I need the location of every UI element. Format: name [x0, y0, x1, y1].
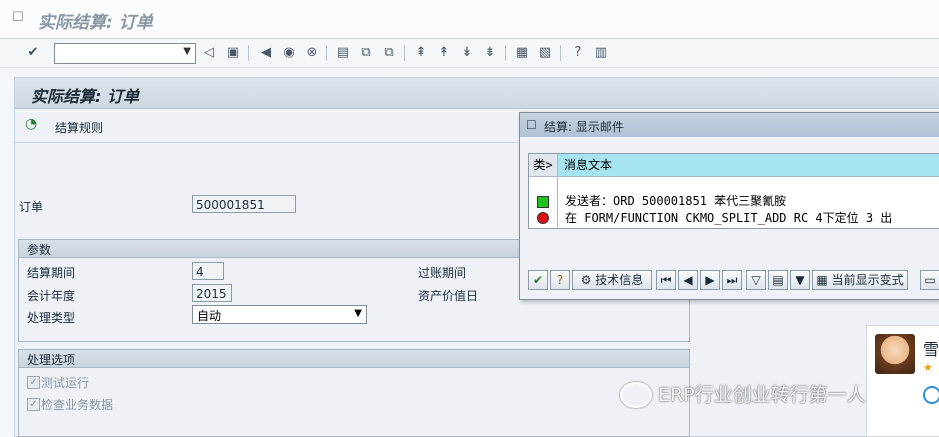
dialog-title: 结算: 显示邮件 [544, 120, 624, 134]
avatar[interactable] [875, 334, 915, 374]
technical-info-button[interactable]: ⚙ 技术信息 [572, 270, 652, 290]
period-field[interactable]: 4 [192, 262, 224, 280]
collapse-left-icon[interactable]: ◁ [200, 44, 218, 62]
chat-widget: 雪 ★ [866, 325, 939, 437]
technical-info-label: 技术信息 [595, 273, 644, 287]
green-status-icon [537, 196, 549, 208]
back-icon[interactable]: ◀ [257, 44, 275, 62]
create-session-icon[interactable]: ▦ [513, 44, 531, 62]
processing-type-value: 自动 [197, 309, 222, 323]
confirm-check-icon[interactable]: ✔ [528, 270, 548, 290]
shortcut-icon[interactable]: ▧ [536, 44, 554, 62]
export-icon[interactable]: ▭ [920, 270, 939, 290]
save-icon[interactable]: ▣ [224, 44, 242, 62]
message-text-column-header[interactable]: 消息文本 [558, 154, 939, 177]
parameters-title: 参数 [27, 243, 52, 257]
star-icon: ★ [923, 361, 933, 374]
processing-type-label: 处理类型 [27, 311, 76, 325]
chevron-down-icon[interactable]: ▼ [354, 308, 362, 319]
processing-type-select[interactable]: 自动 ▼ [192, 305, 367, 324]
screen-header: 实际结算: 订单 [15, 78, 939, 109]
test-run-label: 测试运行 [41, 376, 90, 390]
filter-icon[interactable]: ▽ [746, 270, 766, 290]
previous-page-icon[interactable]: ↟ [435, 44, 453, 62]
print-icon[interactable]: ▤ [334, 44, 352, 62]
order-field[interactable]: 500001851 [192, 195, 296, 213]
display-messages-dialog: ☐ 结算: 显示邮件 类> 消息文本 发送者：ORD 500001851 苯代三… [519, 112, 939, 300]
chevron-down-icon[interactable]: ▼ [183, 46, 191, 57]
dialog-toolbar: ✔ ? ⚙ 技术信息 ⏮ ◀ ▶ ⏭ ▽ ▤ ▼ ▦ 当前显示变式 ▭ [524, 270, 939, 292]
processing-options-title: 处理选项 [27, 353, 76, 367]
dialog-title-bar: ☐ 结算: 显示邮件 [520, 113, 939, 137]
message-row[interactable]: 发送者：ORD 500001851 苯代三聚氰胺 [565, 192, 786, 209]
search-icon[interactable] [923, 386, 939, 404]
next-page-icon[interactable]: ↡ [458, 44, 476, 62]
window-menu-icon[interactable]: ☐ [12, 11, 26, 25]
fiscal-year-field[interactable]: 2015 [192, 284, 232, 302]
current-variant-button[interactable]: ▦ 当前显示变式 [812, 270, 908, 290]
find-icon[interactable]: ⧉ [357, 44, 375, 62]
watermark-text: ERP行业创业转行第一人 [658, 384, 866, 406]
type-column-header[interactable]: 类> [529, 154, 558, 177]
current-variant-label: 当前显示变式 [831, 273, 904, 287]
customize-layout-icon[interactable]: ▥ [592, 44, 610, 62]
exit-icon[interactable]: ◉ [280, 44, 298, 62]
first-page-icon[interactable]: ⇞ [412, 44, 430, 62]
first-message-icon[interactable]: ⏮ [656, 270, 676, 290]
previous-message-icon[interactable]: ◀ [678, 270, 698, 290]
layout-icon: ▦ [816, 273, 828, 287]
last-message-icon[interactable]: ⏭ [722, 270, 742, 290]
dialog-menu-icon[interactable]: ☐ [526, 118, 537, 132]
screen-title: 实际结算: 订单 [31, 87, 139, 106]
message-list: 类> 消息文本 发送者：ORD 500001851 苯代三聚氰胺 在 FORM/… [528, 153, 939, 229]
chat-contact-name: 雪 [923, 340, 939, 359]
posting-period-label: 过账期间 [418, 266, 467, 280]
check-business-data-label: 检查业务数据 [41, 398, 114, 412]
red-status-icon [537, 212, 549, 224]
window-title: 实际结算: 订单 [38, 13, 153, 33]
command-field[interactable]: ▼ [54, 43, 196, 64]
test-run-checkbox[interactable]: ✓ [27, 376, 40, 389]
help-icon[interactable]: ? [569, 44, 587, 62]
settlement-rule-button[interactable]: 结算规则 [55, 119, 103, 136]
order-label: 订单 [19, 200, 44, 214]
technical-info-icon: ⚙ [580, 273, 592, 287]
fiscal-year-label: 会计年度 [27, 289, 76, 303]
last-page-icon[interactable]: ⇟ [481, 44, 499, 62]
help-icon[interactable]: ? [550, 270, 570, 290]
set-filter-icon[interactable]: ▼ [790, 270, 810, 290]
settlement-rule-icon[interactable]: ◔ [25, 116, 37, 132]
period-label: 结算期间 [27, 266, 76, 280]
processing-options-group: 处理选项 [18, 349, 690, 437]
enter-check-icon[interactable]: ✔ [24, 44, 42, 62]
message-row[interactable]: 在 FORM/FUNCTION CKMO_SPLIT_ADD RC 4下定位 3… [565, 209, 892, 226]
title-bar: ☐ 实际结算: 订单 [0, 0, 939, 39]
asset-value-date-label: 资产价值日 [418, 289, 479, 303]
check-business-data-checkbox[interactable]: ✓ [27, 398, 40, 411]
next-message-icon[interactable]: ▶ [700, 270, 720, 290]
print-icon[interactable]: ▤ [768, 270, 788, 290]
wechat-icon [620, 382, 652, 408]
cancel-icon[interactable]: ⊗ [303, 44, 321, 62]
find-next-icon[interactable]: ⧉ [380, 44, 398, 62]
